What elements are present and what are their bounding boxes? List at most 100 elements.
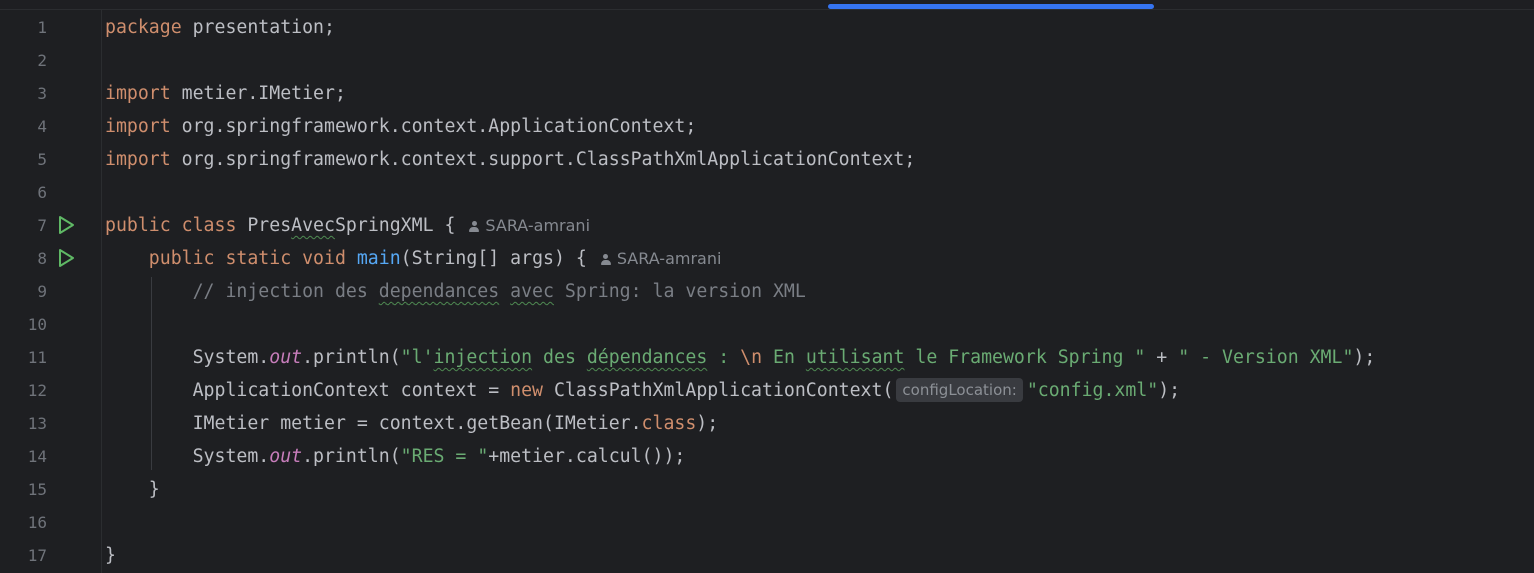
author-name: SARA-amrani bbox=[485, 216, 591, 235]
code-line[interactable]: 4 import org.springframework.context.App… bbox=[0, 110, 1534, 143]
line-number[interactable]: 10 bbox=[0, 308, 47, 341]
keyword: import bbox=[105, 83, 171, 104]
line-number[interactable]: 6 bbox=[0, 176, 47, 209]
code-line[interactable]: 15 } bbox=[0, 473, 1534, 506]
author-name: SARA-amrani bbox=[616, 249, 722, 268]
keyword: public static void bbox=[105, 248, 346, 269]
class-name-part: SpringXML { bbox=[334, 215, 456, 236]
code-line[interactable]: 13 IMetier metier = context.getBean(IMet… bbox=[0, 407, 1534, 440]
parameter-hint: configLocation: bbox=[896, 378, 1023, 402]
code-token: +metier.calcul()); bbox=[488, 446, 686, 467]
string: le Framework Spring " bbox=[904, 347, 1146, 368]
code-line[interactable]: 9 // injection des dependances avec Spri… bbox=[0, 275, 1534, 308]
line-number[interactable]: 5 bbox=[0, 143, 47, 176]
code-text[interactable]: IMetier metier = context.getBean(IMetier… bbox=[105, 407, 719, 440]
code-line[interactable]: 1 package presentation; bbox=[0, 11, 1534, 44]
editor-top-border bbox=[0, 9, 1534, 10]
operator: + bbox=[1145, 347, 1179, 368]
string: "config.xml" bbox=[1026, 380, 1159, 401]
static-field: out bbox=[269, 446, 303, 467]
line-number[interactable]: 16 bbox=[0, 506, 47, 539]
comment-text bbox=[499, 281, 510, 302]
person-icon bbox=[600, 254, 611, 265]
code-line[interactable]: 6 bbox=[0, 176, 1534, 209]
code-text[interactable]: import org.springframework.context.Appli… bbox=[105, 110, 696, 143]
person-icon bbox=[469, 221, 480, 232]
code-text[interactable]: System.out.println("l'injection des dépe… bbox=[105, 341, 1376, 374]
line-number[interactable]: 4 bbox=[0, 110, 47, 143]
keyword: import bbox=[105, 116, 171, 137]
code-line[interactable]: 12 ApplicationContext context = new Clas… bbox=[0, 374, 1534, 407]
code-line[interactable]: 10 bbox=[0, 308, 1534, 341]
code-token: ClassPathXmlApplicationContext( bbox=[543, 380, 894, 401]
code-text[interactable]: public static void main(String[] args) {… bbox=[105, 242, 722, 275]
method-signature: (String[] args) { bbox=[400, 248, 587, 269]
code-token: IMetier metier = context.getBean(IMetier… bbox=[105, 413, 642, 434]
line-number[interactable]: 9 bbox=[0, 275, 47, 308]
code-text[interactable]: import metier.IMetier; bbox=[105, 77, 346, 110]
import-path: org.springframework.context.ApplicationC… bbox=[170, 116, 697, 137]
code-line[interactable]: 7 public class PresAvecSpringXML { SARA-a… bbox=[0, 209, 1534, 242]
code-text[interactable]: import org.springframework.context.suppo… bbox=[105, 143, 915, 176]
string: "l' bbox=[400, 347, 434, 368]
code-line[interactable]: 8 public static void main(String[] args)… bbox=[0, 242, 1534, 275]
line-number[interactable]: 15 bbox=[0, 473, 47, 506]
line-number[interactable]: 12 bbox=[0, 374, 47, 407]
comment-typo: dependances bbox=[378, 281, 500, 302]
code-line[interactable]: 17 } bbox=[0, 539, 1534, 572]
line-number[interactable]: 8 bbox=[0, 242, 47, 275]
keyword: class bbox=[641, 413, 697, 434]
string: des bbox=[532, 347, 587, 368]
string-typo: injection bbox=[433, 347, 533, 368]
string-typo: dépendances bbox=[586, 347, 708, 368]
static-field: out bbox=[269, 347, 303, 368]
code-token: .println( bbox=[302, 347, 401, 368]
line-number[interactable]: 13 bbox=[0, 407, 47, 440]
horizontal-scrollbar-thumb[interactable] bbox=[828, 4, 1154, 9]
line-number[interactable]: 17 bbox=[0, 539, 47, 572]
run-icon[interactable] bbox=[56, 215, 76, 235]
code-text[interactable]: } bbox=[105, 539, 116, 572]
code-line[interactable]: 16 bbox=[0, 506, 1534, 539]
import-path: metier.IMetier; bbox=[170, 83, 346, 104]
line-number[interactable]: 14 bbox=[0, 440, 47, 473]
comment-typo: avec bbox=[510, 281, 554, 302]
code-text[interactable]: package presentation; bbox=[105, 11, 335, 44]
class-name-part: Pres bbox=[236, 215, 292, 236]
comment[interactable]: // injection des dependances avec Spring… bbox=[105, 275, 806, 308]
string-typo: utilisant bbox=[805, 347, 905, 368]
line-number[interactable]: 3 bbox=[0, 77, 47, 110]
keyword: public class bbox=[105, 215, 237, 236]
string: " - Version XML" bbox=[1178, 347, 1354, 368]
line-number[interactable]: 11 bbox=[0, 341, 47, 374]
code-token: ApplicationContext context = bbox=[105, 380, 511, 401]
string: En bbox=[762, 347, 806, 368]
code-line[interactable]: 14 System.out.println("RES = "+metier.ca… bbox=[0, 440, 1534, 473]
comment-text: // injection des bbox=[105, 281, 379, 302]
code-text[interactable]: } bbox=[105, 473, 160, 506]
code-token: ); bbox=[1353, 347, 1376, 368]
code-text[interactable]: ApplicationContext context = new ClassPa… bbox=[105, 374, 1180, 407]
author-hint[interactable]: SARA-amrani bbox=[469, 209, 590, 242]
code-line[interactable]: 3 import metier.IMetier; bbox=[0, 77, 1534, 110]
comment-text: Spring: la version XML bbox=[553, 281, 806, 302]
string: "RES = " bbox=[400, 446, 489, 467]
line-number[interactable]: 7 bbox=[0, 209, 47, 242]
code-token: ); bbox=[696, 413, 719, 434]
import-path: org.springframework.context.support.Clas… bbox=[170, 149, 916, 170]
code-token: .println( bbox=[302, 446, 401, 467]
line-number[interactable]: 1 bbox=[0, 11, 47, 44]
code-text[interactable]: public class PresAvecSpringXML { SARA-amr… bbox=[105, 209, 590, 242]
code-line[interactable]: 11 System.out.println("l'injection des d… bbox=[0, 341, 1534, 374]
author-hint[interactable]: SARA-amrani bbox=[600, 242, 722, 275]
code-line[interactable]: 5 import org.springframework.context.sup… bbox=[0, 143, 1534, 176]
code-token: ); bbox=[1158, 380, 1181, 401]
class-name-part: Avec bbox=[291, 215, 335, 236]
package-name: presentation; bbox=[181, 17, 335, 38]
run-icon[interactable] bbox=[56, 248, 76, 268]
keyword: import bbox=[105, 149, 171, 170]
code-token: System. bbox=[105, 347, 270, 368]
code-text[interactable]: System.out.println("RES = "+metier.calcu… bbox=[105, 440, 686, 473]
code-line[interactable]: 2 bbox=[0, 44, 1534, 77]
line-number[interactable]: 2 bbox=[0, 44, 47, 77]
